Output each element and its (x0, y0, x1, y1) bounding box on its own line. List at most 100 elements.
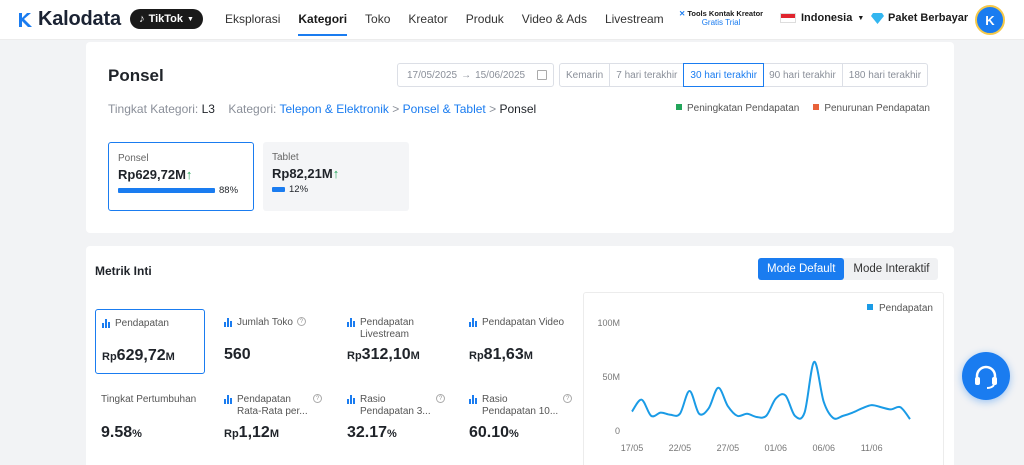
page-title: Ponsel (108, 66, 164, 85)
help-icon[interactable]: ? (313, 394, 322, 403)
nav-link-eksplorasi[interactable]: Eksplorasi (225, 12, 280, 26)
core-metrics-card: Metrik Inti Mode Default Mode Interaktif… (86, 246, 954, 465)
nav-link-kategori[interactable]: Kategori (298, 12, 347, 36)
metric-unit: M (523, 350, 533, 362)
language-selector[interactable]: Indonesia ▼ (780, 12, 864, 24)
x-tick-label: 11/06 (861, 443, 883, 453)
date-end: 15/06/2025 (475, 69, 526, 81)
category-revenue: Rp629,72M (118, 167, 186, 182)
metric-video-revenue[interactable]: Pendapatan Video Rp81,63M (463, 309, 578, 374)
caret-down-icon: ▼ (187, 15, 194, 23)
nav-link-video-ads[interactable]: Video & Ads (522, 12, 587, 26)
arrow-up-icon: ↑ (332, 166, 340, 181)
mode-default-button[interactable]: Mode Default (758, 258, 845, 280)
metric-value: 81,63 (483, 346, 524, 363)
metric-revenue-ratio-10[interactable]: Rasio Pendapatan 10...? 60.10% (463, 386, 578, 451)
help-icon[interactable]: ? (296, 317, 306, 326)
metric-value: 312,10 (361, 346, 411, 363)
metric-store-count[interactable]: Jumlah Toko? 560 (218, 309, 328, 374)
metric-revenue-ratio-3[interactable]: Rasio Pendapatan 3...? 32.17% (341, 386, 451, 451)
category-label: Kategori: (228, 102, 277, 116)
arrow-right-icon: → (461, 69, 472, 81)
metric-label: Pendapatan Video (482, 317, 565, 328)
level-value: L3 (201, 102, 215, 116)
metric-growth-rate[interactable]: Tingkat Pertumbuhan 9.58% (95, 386, 205, 451)
headset-icon (975, 365, 997, 389)
metric-label: Pendapatan (115, 318, 169, 329)
mode-toggle: Mode Default Mode Interaktif (758, 258, 939, 280)
metric-value: 60.10 (469, 424, 510, 441)
series-line-pendapatan (631, 360, 911, 420)
metric-value: 629,72 (116, 347, 166, 364)
nav-link-produk[interactable]: Produk (466, 12, 504, 26)
range-180-days[interactable]: 180 hari terakhir (843, 64, 927, 86)
share-bar (118, 188, 215, 193)
bar-chart-icon (224, 318, 233, 327)
category-share: 12% (289, 184, 309, 195)
x-tick-label: 06/06 (812, 443, 835, 453)
currency-prefix: Rp (102, 351, 117, 363)
breadcrumb-telepon-elektronik[interactable]: Telepon & Elektronik (279, 102, 388, 116)
nav-link-livestream[interactable]: Livestream (605, 12, 664, 26)
bar-chart-icon (469, 395, 478, 404)
nav-link-kreator[interactable]: Kreator (408, 12, 447, 26)
x-tick-label: 17/05 (621, 443, 644, 453)
date-range-picker[interactable]: 17/05/2025 → 15/06/2025 (397, 63, 554, 87)
language-label: Indonesia (801, 12, 853, 24)
main-nav-links: Eksplorasi Kategori Toko Kreator Produk … (225, 12, 682, 36)
breadcrumb: Tingkat Kategori: L3 Kategori: Telepon &… (108, 102, 536, 116)
tools-subtitle: Gratis Trial (701, 18, 741, 27)
bar-chart-icon (469, 318, 478, 327)
metric-unit: % (132, 428, 142, 440)
metric-unit: M (165, 351, 175, 363)
metric-label: Tingkat Pertumbuhan (101, 394, 197, 405)
help-icon[interactable]: ? (563, 394, 572, 403)
breadcrumb-current: Ponsel (499, 102, 537, 116)
top-nav: Kalodata ♪ TikTok ▼ Eksplorasi Kategori … (0, 0, 1024, 40)
metric-value: 560 (224, 346, 251, 363)
range-yesterday[interactable]: Kemarin (560, 64, 611, 86)
metric-value: 32.17 (347, 424, 388, 441)
x-tick-label: 27/05 (717, 443, 740, 453)
brand-name: Kalodata (38, 8, 121, 30)
plan-label: Paket Berbayar (888, 12, 969, 24)
revenue-legend: Peningkatan Pendapatan Penurunan Pendapa… (676, 103, 930, 114)
breadcrumb-separator: > (489, 102, 497, 116)
user-avatar[interactable]: K (975, 5, 1005, 35)
metric-revenue[interactable]: Pendapatan Rp629,72M (95, 309, 205, 374)
metric-label: Rasio Pendapatan 3... (360, 394, 431, 417)
paid-plan-link[interactable]: Paket Berbayar (871, 12, 968, 24)
support-chat-button[interactable] (962, 352, 1010, 400)
x-tick-label: 01/06 (765, 443, 788, 453)
y-tick-label: 0 (615, 426, 620, 436)
range-90-days[interactable]: 90 hari terakhir (763, 64, 843, 86)
range-30-days[interactable]: 30 hari terakhir (683, 63, 765, 87)
x-tick-label: 22/05 (669, 443, 692, 453)
category-tile-tablet[interactable]: Tablet Rp82,21M↑ 12% (263, 142, 409, 211)
breadcrumb-ponsel-tablet[interactable]: Ponsel & Tablet (403, 102, 486, 116)
brand-logo[interactable]: Kalodata (17, 8, 121, 31)
help-icon[interactable]: ? (436, 394, 445, 403)
metric-unit: M (269, 428, 279, 440)
legend-label: Pendapatan (879, 303, 933, 314)
mode-interactive-button[interactable]: Mode Interaktif (844, 258, 938, 280)
metric-unit: % (509, 428, 519, 440)
share-bar (272, 187, 285, 192)
indonesia-flag-icon (780, 13, 796, 23)
category-tile-ponsel[interactable]: Ponsel Rp629,72M↑ 88% (108, 142, 254, 211)
category-name: Ponsel (118, 153, 149, 164)
platform-selector[interactable]: ♪ TikTok ▼ (130, 9, 203, 29)
caret-down-icon: ▼ (857, 14, 865, 22)
range-7-days[interactable]: 7 hari terakhir (610, 64, 685, 86)
creator-tools-link[interactable]: ✕ Tools Kontak Kreator Gratis Trial (679, 9, 763, 27)
metric-unit: % (387, 428, 397, 440)
metric-label: Pendapatan Rata-Rata per... (237, 394, 308, 417)
category-revenue: Rp82,21M (272, 166, 333, 181)
kalodata-logo-icon (19, 12, 32, 27)
revenue-line-chart[interactable]: Pendapatan 100M 50M 017/05 22/05 27/05 01/06 06… (584, 293, 943, 465)
metric-livestream-revenue[interactable]: Pendapatan Livestream Rp312,10M (341, 309, 451, 374)
metric-average-revenue[interactable]: Pendapatan Rata-Rata per...? Rp1,12M (218, 386, 328, 451)
nav-link-toko[interactable]: Toko (365, 12, 390, 26)
bar-chart-icon (102, 319, 111, 328)
metric-unit: M (410, 350, 420, 362)
